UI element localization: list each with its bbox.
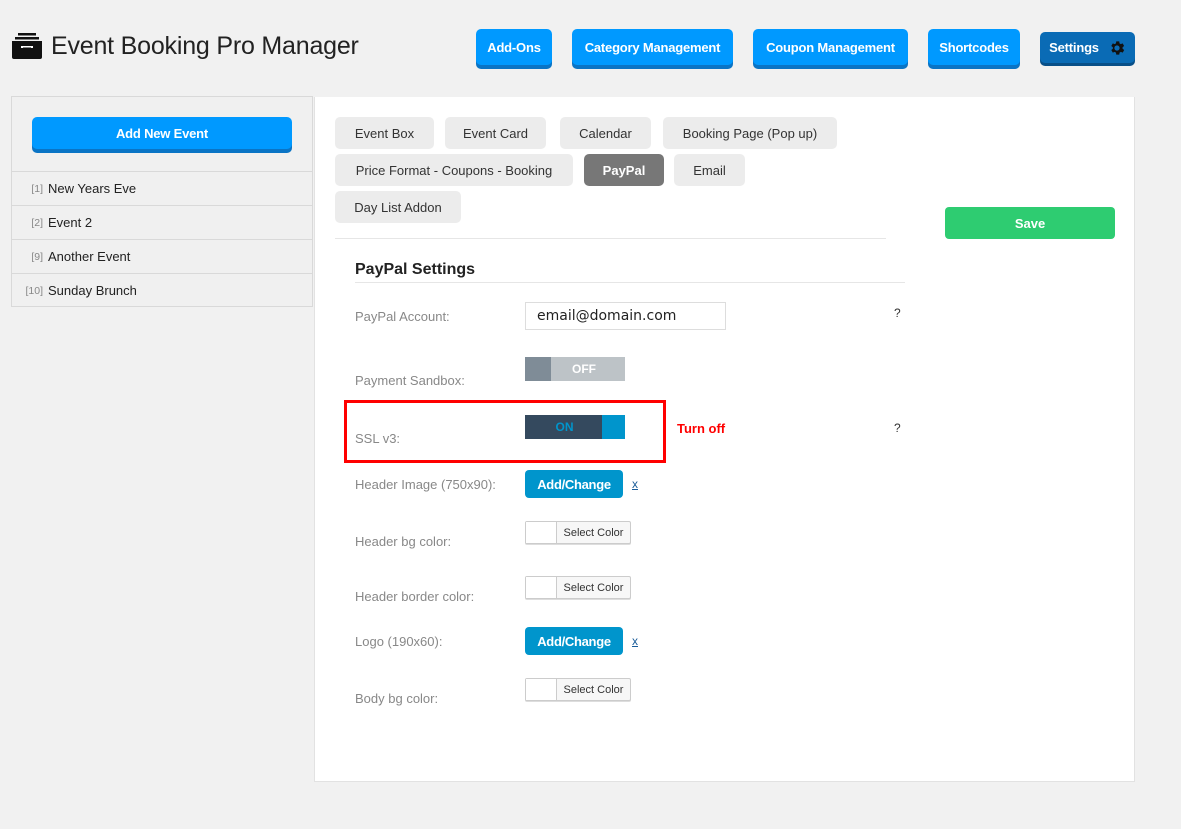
tab-price-format[interactable]: Price Format - Coupons - Booking bbox=[335, 154, 573, 186]
tab-calendar[interactable]: Calendar bbox=[560, 117, 651, 149]
paypal-account-input[interactable] bbox=[525, 302, 726, 330]
toggle-knob bbox=[602, 415, 625, 439]
ssl-v3-toggle[interactable]: ON bbox=[525, 415, 625, 439]
app-header: Event Booking Pro Manager bbox=[11, 30, 359, 62]
event-list-item[interactable]: [1] New Years Eve bbox=[12, 171, 312, 205]
color-swatch bbox=[526, 577, 557, 598]
event-list-item[interactable]: [9] Another Event bbox=[12, 239, 312, 273]
logo-add-change-button[interactable]: Add/Change bbox=[525, 627, 623, 655]
tab-day-list-addon[interactable]: Day List Addon bbox=[335, 191, 461, 223]
gear-icon bbox=[1111, 40, 1125, 55]
event-name: Event 2 bbox=[48, 215, 93, 230]
paypal-account-help[interactable]: ? bbox=[894, 306, 901, 320]
header-border-color-picker[interactable]: Select Color bbox=[525, 576, 631, 599]
save-button[interactable]: Save bbox=[945, 207, 1115, 239]
logo-label: Logo (190x60): bbox=[355, 634, 443, 649]
coupon-management-button[interactable]: Coupon Management bbox=[753, 29, 908, 65]
turn-off-annotation: Turn off bbox=[677, 421, 726, 436]
event-name: New Years Eve bbox=[48, 181, 137, 196]
ssl-v3-help[interactable]: ? bbox=[894, 421, 901, 435]
header-bg-color-label: Header bg color: bbox=[355, 534, 452, 549]
header-border-color-label: Header border color: bbox=[355, 589, 475, 604]
select-color-label: Select Color bbox=[563, 526, 624, 539]
select-color-label: Select Color bbox=[563, 683, 624, 696]
tab-paypal[interactable]: PayPal bbox=[584, 154, 664, 186]
tabs-divider bbox=[335, 238, 886, 239]
event-list-item[interactable]: [10] Sunday Brunch bbox=[12, 273, 312, 307]
ssl-v3-label: SSL v3: bbox=[355, 431, 401, 446]
payment-sandbox-toggle[interactable]: OFF bbox=[525, 357, 625, 381]
color-swatch bbox=[526, 522, 557, 543]
color-swatch bbox=[526, 679, 557, 700]
toggle-knob bbox=[525, 357, 551, 381]
event-list: [1] New Years Eve [2] Event 2 [9] Anothe… bbox=[12, 171, 312, 307]
tab-event-box[interactable]: Event Box bbox=[335, 117, 434, 149]
tab-event-card[interactable]: Event Card bbox=[445, 117, 546, 149]
category-management-button[interactable]: Category Management bbox=[572, 29, 733, 65]
tab-email[interactable]: Email bbox=[674, 154, 745, 186]
add-ons-button[interactable]: Add-Ons bbox=[476, 29, 552, 65]
app-title: Event Booking Pro Manager bbox=[51, 31, 359, 60]
shortcodes-button[interactable]: Shortcodes bbox=[928, 29, 1020, 65]
event-list-item[interactable]: [2] Event 2 bbox=[12, 205, 312, 239]
header-image-remove-link[interactable]: x bbox=[632, 477, 638, 491]
header-image-add-change-button[interactable]: Add/Change bbox=[525, 470, 623, 498]
settings-button[interactable]: Settings bbox=[1040, 32, 1135, 63]
event-name: Another Event bbox=[48, 249, 131, 264]
toggle-state: ON bbox=[525, 415, 602, 439]
header-bg-color-picker[interactable]: Select Color bbox=[525, 521, 631, 544]
event-id: [9] bbox=[31, 250, 43, 263]
settings-panel: Event Box Event Card Calendar Booking Pa… bbox=[314, 97, 1135, 782]
section-title: PayPal Settings bbox=[355, 261, 476, 278]
body-bg-color-label: Body bg color: bbox=[355, 691, 439, 706]
toggle-state: OFF bbox=[551, 357, 625, 381]
header-image-label: Header Image (750x90): bbox=[355, 477, 496, 492]
event-id: [2] bbox=[31, 216, 43, 229]
tab-booking-page[interactable]: Booking Page (Pop up) bbox=[663, 117, 837, 149]
event-id: [1] bbox=[31, 182, 43, 195]
logo-remove-link[interactable]: x bbox=[632, 634, 638, 648]
select-color-label: Select Color bbox=[563, 581, 624, 594]
event-sidebar: Add New Event [1] New Years Eve [2] Even… bbox=[11, 96, 313, 307]
add-new-event-button[interactable]: Add New Event bbox=[32, 117, 292, 149]
event-id: [10] bbox=[25, 284, 43, 297]
paypal-account-label: PayPal Account: bbox=[355, 309, 450, 324]
payment-sandbox-label: Payment Sandbox: bbox=[355, 373, 465, 388]
settings-label: Settings bbox=[1049, 40, 1099, 55]
archive-drawer-icon bbox=[12, 33, 42, 59]
section-divider bbox=[355, 282, 905, 283]
event-name: Sunday Brunch bbox=[48, 283, 137, 298]
body-bg-color-picker[interactable]: Select Color bbox=[525, 678, 631, 701]
